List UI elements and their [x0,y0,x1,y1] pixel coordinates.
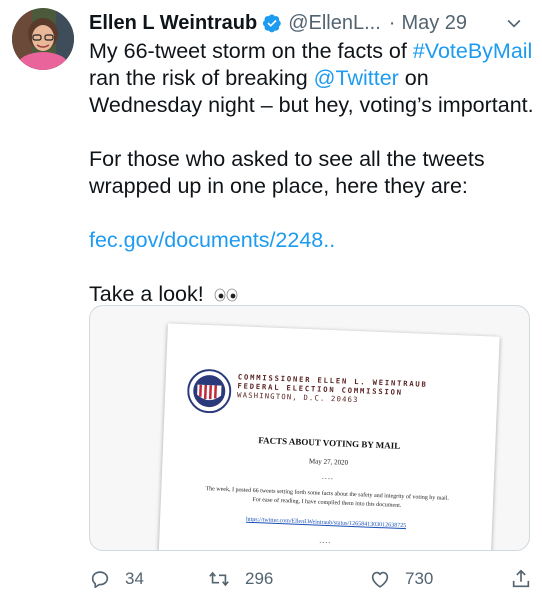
tweet-date[interactable]: May 29 [401,12,467,35]
tweet-header: Ellen L Weintraub @EllenL... · May 29 [89,10,532,36]
like-button[interactable]: 730 [369,566,433,592]
document-separator: .... [319,535,332,546]
document-link[interactable]: fec.gov/documents/2248.. [89,228,335,252]
document-image: COMMISSIONER ELLEN L. WEINTRAUB FEDERAL … [158,323,500,550]
retweet-icon [209,571,229,587]
retweet-count: 296 [245,569,274,588]
document-title: FACTS ABOUT VOTING BY MAIL [258,435,401,451]
tweet-paragraph-1: My 66-tweet storm on the facts of #VoteB… [89,38,534,119]
reply-count: 34 [125,569,144,588]
verified-badge-icon [263,14,281,33]
closing-text: Take a look! [89,282,204,306]
avatar[interactable] [12,8,74,70]
mention-twitter[interactable]: @Twitter [314,66,399,90]
like-count: 730 [405,569,434,588]
tweet-text: My 66-tweet storm on the facts of #VoteB… [89,38,534,309]
document-body: The week, I posted 66 tweets setting for… [175,484,479,514]
header-separator: · [388,11,396,34]
hashtag-votebymail[interactable]: #VoteByMail [413,39,533,63]
author-handle[interactable]: @EllenL... [288,12,381,35]
chevron-down-icon[interactable] [504,13,524,33]
share-button[interactable] [510,566,532,592]
document-tweet-link: https://twitter.com/EllenLWeintraub/stat… [245,516,407,530]
tweet-text-segment: My 66-tweet storm on the facts of [89,39,413,63]
tweet-text-segment: ran the risk of breaking [89,66,314,90]
fec-seal-icon [187,369,232,414]
reply-icon [91,571,109,589]
avatar-image [12,8,74,70]
reply-button[interactable]: 34 [89,566,144,592]
media-card[interactable]: COMMISSIONER ELLEN L. WEINTRAUB FEDERAL … [89,305,530,551]
retweet-button[interactable]: 296 [207,566,273,592]
author-name[interactable]: Ellen L Weintraub [89,12,257,35]
tweet-paragraph-2: For those who asked to see all the tweet… [89,147,485,198]
like-icon [371,571,389,588]
tweet-actions: 34 296 730 [89,566,534,592]
commissioner-letterhead: COMMISSIONER ELLEN L. WEINTRAUB FEDERAL … [237,372,428,407]
share-icon [512,569,530,588]
